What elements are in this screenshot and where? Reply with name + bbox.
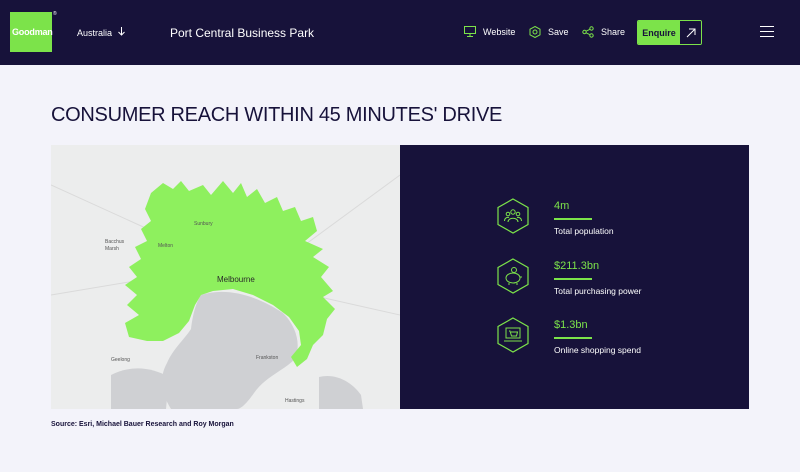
- save-label: Save: [548, 27, 569, 37]
- map-label-frankston: Frankston: [256, 355, 279, 361]
- western-port-water: [319, 375, 363, 409]
- map-label-melbourne: Melbourne: [217, 275, 255, 284]
- share-label: Share: [601, 27, 626, 37]
- enquire-button[interactable]: Enquire: [637, 20, 702, 45]
- country-selector[interactable]: Australia: [77, 27, 125, 39]
- map-label-hastings: Hastings: [285, 398, 305, 404]
- source-note: Source: Esri, Michael Bauer Research and…: [51, 421, 234, 428]
- logo-registered-mark: ®: [53, 11, 57, 17]
- piggy-bank-icon: [497, 258, 529, 294]
- stat-purchasing-power: $211.3bn Total purchasing power: [497, 258, 697, 298]
- goodman-logo[interactable]: Goodman: [10, 12, 53, 52]
- stat-online-shopping: $1.3bn Online shopping spend: [497, 317, 697, 357]
- people-icon: [497, 198, 529, 234]
- map-label-sunbury: Sunbury: [194, 221, 213, 227]
- share-icon: [582, 26, 594, 38]
- stat-value: $211.3bn: [554, 260, 600, 272]
- section-title: CONSUMER REACH WITHIN 45 MINUTES' DRIVE: [51, 104, 503, 126]
- reach-map[interactable]: Sunbury Bacchus Marsh Melton Melbourne G…: [51, 145, 400, 409]
- enquire-label: Enquire: [638, 21, 680, 44]
- stat-value: 4m: [554, 200, 570, 212]
- stat-label: Total purchasing power: [554, 286, 642, 296]
- website-button[interactable]: Website: [464, 26, 515, 37]
- map-label-melton: Melton: [158, 243, 174, 249]
- arrow-up-right-icon: [680, 21, 701, 44]
- stat-label: Total population: [554, 226, 614, 236]
- map-label-geelong: Geelong: [111, 357, 130, 363]
- property-title: Port Central Business Park: [170, 26, 315, 40]
- stat-total-population: 4m Total population: [497, 198, 697, 238]
- shopping-cart-icon: [497, 317, 529, 353]
- top-navigation-bar: Goodman ® Australia Port Central Busines…: [0, 0, 800, 65]
- stats-panel: 4m Total population $211.3bn Total purch…: [400, 145, 749, 409]
- share-button[interactable]: Share: [582, 26, 625, 38]
- logo-text: Goodman: [12, 27, 53, 37]
- stat-label: Online shopping spend: [554, 345, 641, 355]
- arrow-down-icon: [118, 27, 125, 39]
- hexagon-save-icon: [529, 26, 541, 38]
- map-label-bacchus-marsh: Bacchus Marsh: [105, 239, 125, 252]
- website-label: Website: [483, 26, 516, 37]
- save-button[interactable]: Save: [529, 26, 569, 38]
- stat-underline: [554, 337, 592, 339]
- monitor-icon: [464, 26, 476, 37]
- stat-underline: [554, 278, 592, 280]
- stat-underline: [554, 218, 592, 220]
- bay-water-west: [111, 368, 169, 409]
- country-label: Australia: [77, 28, 113, 38]
- stat-value: $1.3bn: [554, 319, 588, 331]
- hamburger-menu-icon[interactable]: [760, 26, 774, 38]
